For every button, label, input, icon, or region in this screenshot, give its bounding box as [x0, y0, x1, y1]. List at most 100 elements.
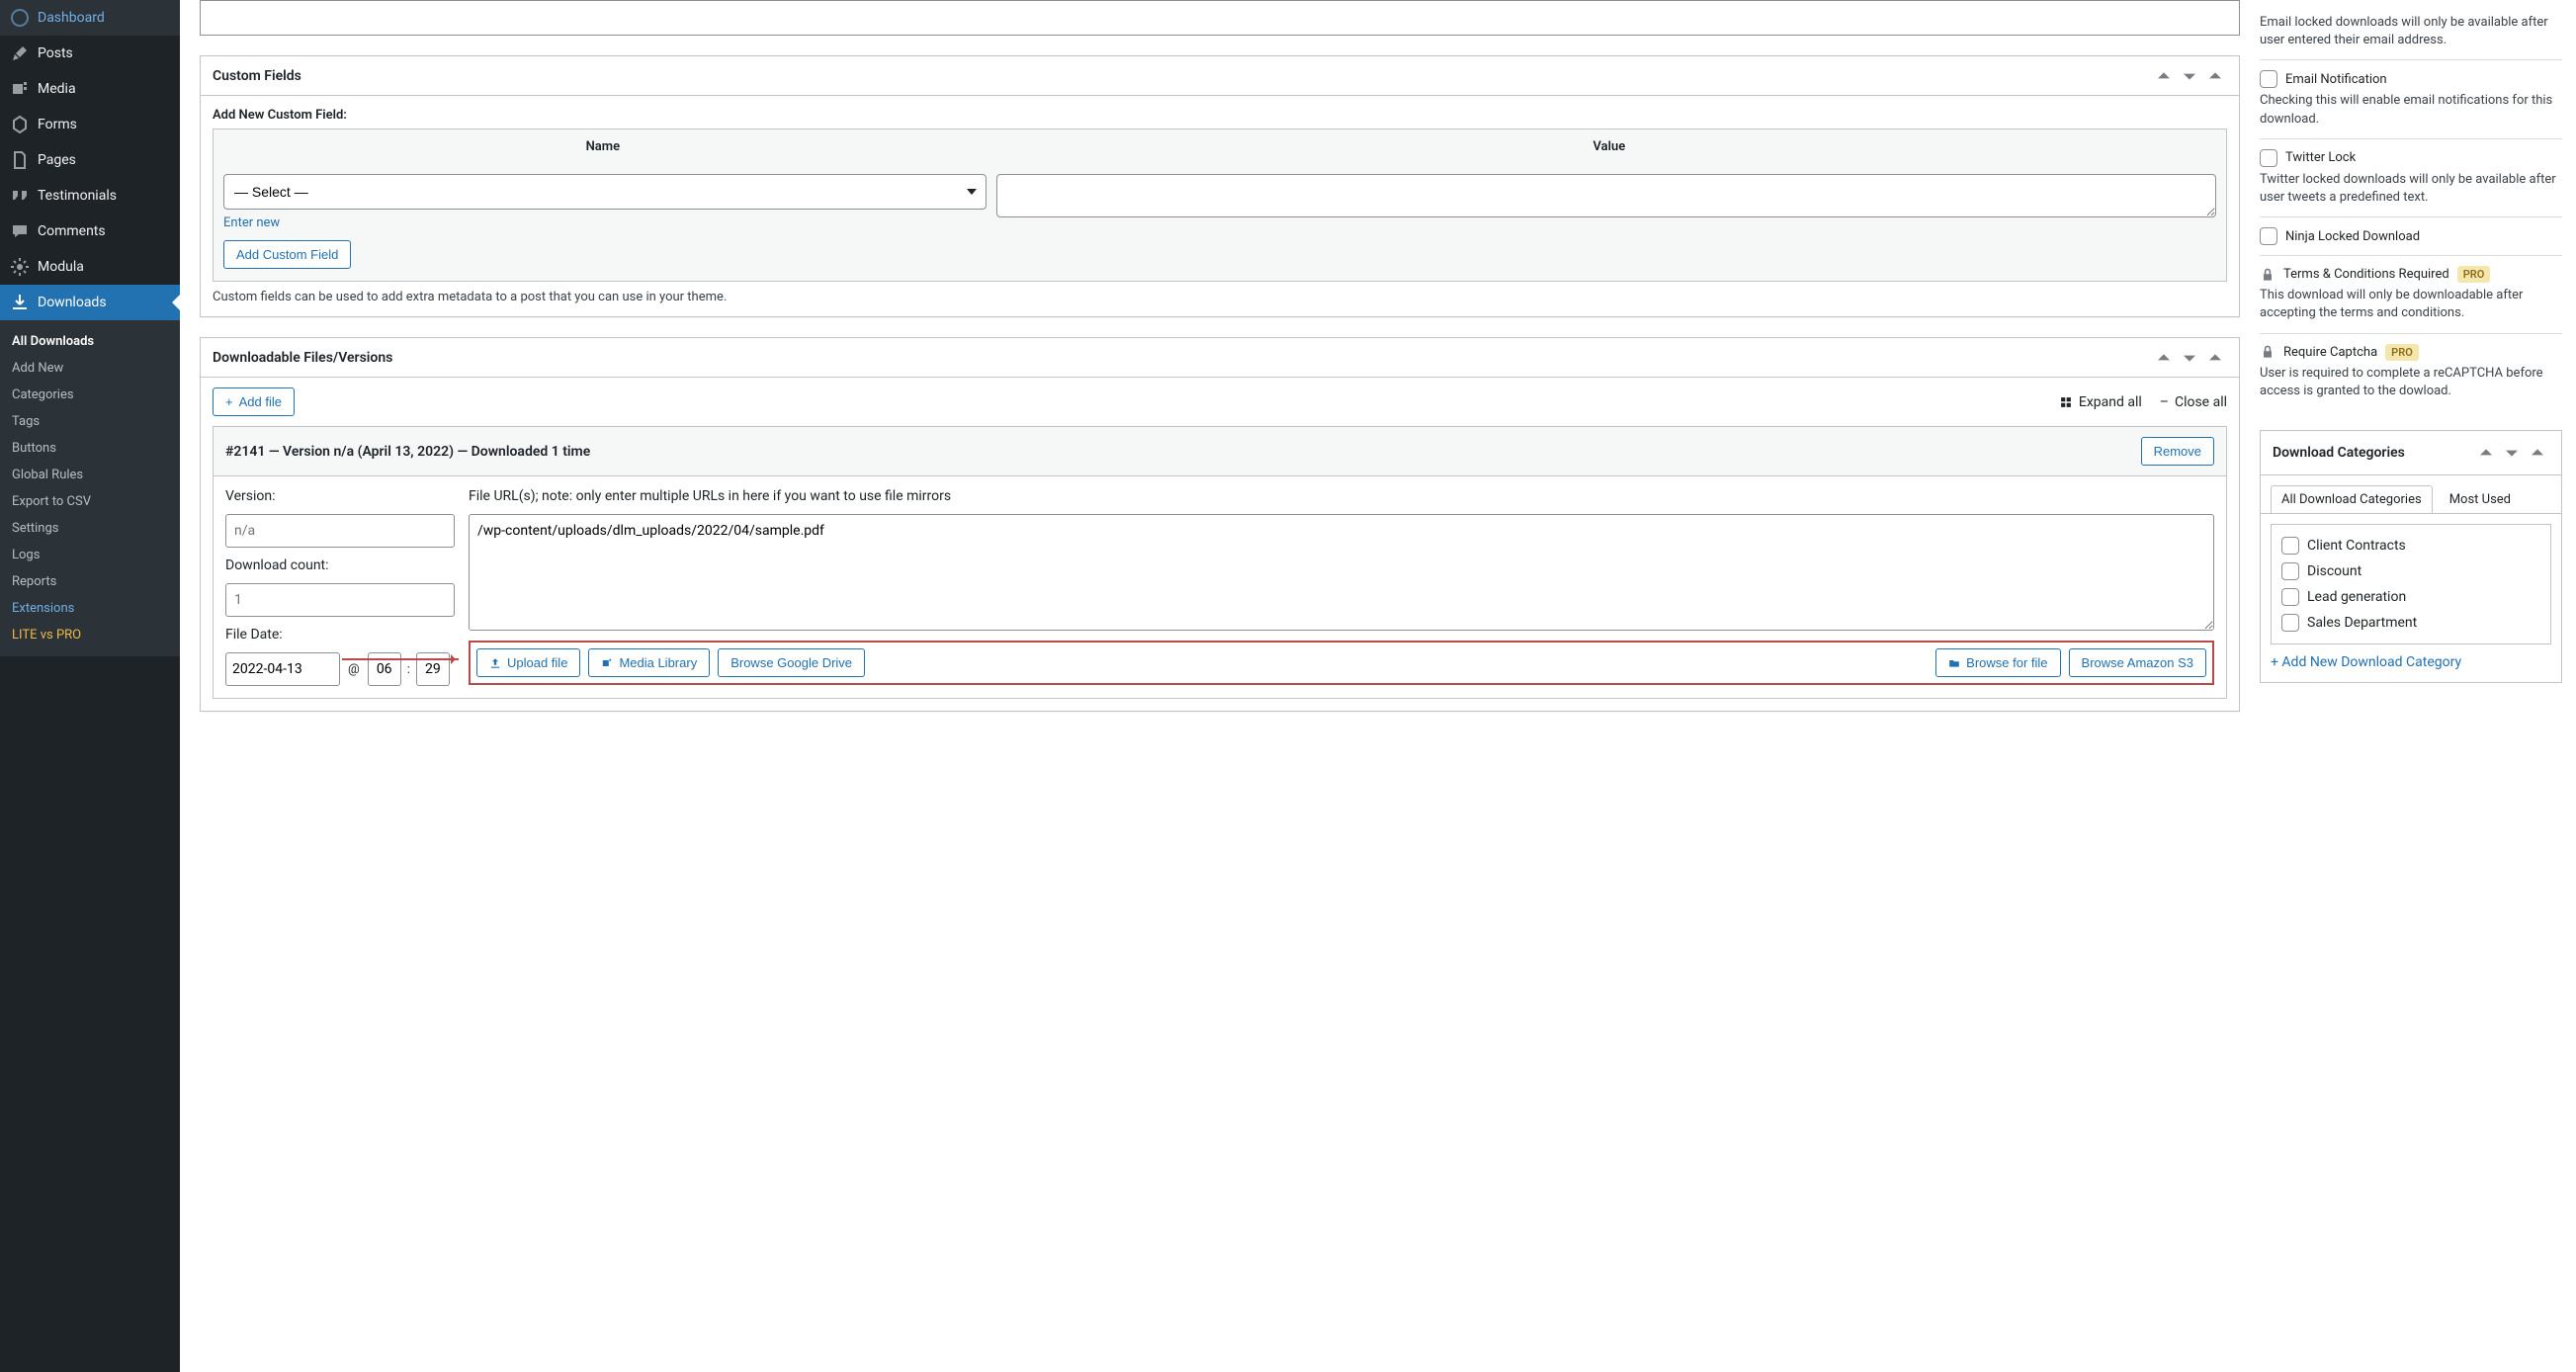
download-categories-panel: Download Categories All Download Categor…	[2260, 430, 2562, 683]
ninja-lock-checkbox[interactable]	[2260, 227, 2277, 245]
custom-field-name-select[interactable]: — Select —	[223, 174, 987, 210]
submenu-add-new[interactable]: Add New	[0, 355, 180, 382]
lock-icon	[2260, 267, 2275, 283]
sidebar-item-media[interactable]: Media	[0, 71, 180, 107]
lock-icon	[2260, 344, 2275, 360]
email-lock-desc: Email locked downloads will only be avai…	[2260, 14, 2562, 49]
submenu-lite-vs-pro[interactable]: LITE vs PRO	[0, 622, 180, 648]
file-source-buttons: Upload file Media Library Browse Google …	[469, 641, 2214, 685]
annotation-arrow	[342, 658, 459, 660]
move-down-icon[interactable]	[2178, 346, 2201, 370]
gear-icon	[10, 257, 30, 277]
move-up-icon[interactable]	[2474, 441, 2498, 465]
sidebar-label: Posts	[38, 45, 73, 61]
enter-new-link[interactable]: Enter new	[223, 215, 987, 230]
pin-icon	[10, 43, 30, 63]
file-version-card: #2141 — Version n/a (April 13, 2022) — D…	[213, 426, 2227, 699]
pro-badge: PRO	[2457, 266, 2491, 283]
email-notification-checkbox[interactable]	[2260, 70, 2277, 88]
sidebar-item-downloads[interactable]: Downloads	[0, 285, 180, 320]
category-checkbox[interactable]	[2281, 614, 2299, 632]
browse-for-file-button[interactable]: Browse for file	[1935, 648, 2060, 677]
download-icon	[10, 293, 30, 312]
close-all-link[interactable]: – Close all	[2160, 394, 2227, 410]
submenu-extensions[interactable]: Extensions	[0, 595, 180, 622]
sidebar-item-posts[interactable]: Posts	[0, 36, 180, 71]
file-date-input[interactable]	[225, 652, 340, 686]
move-up-icon[interactable]	[2152, 346, 2176, 370]
add-file-button[interactable]: + Add file	[213, 387, 295, 416]
download-count-input[interactable]	[225, 583, 455, 617]
downloadable-files-panel: Downloadable Files/Versions + Add file E…	[200, 337, 2240, 712]
expand-all-link[interactable]: Expand all	[2059, 394, 2142, 410]
sidebar-submenu: All Downloads Add New Categories Tags Bu…	[0, 320, 180, 656]
submenu-settings[interactable]: Settings	[0, 515, 180, 542]
category-checkbox[interactable]	[2281, 562, 2299, 580]
media-library-label: Media Library	[619, 655, 697, 670]
version-input[interactable]	[225, 514, 455, 548]
minus-icon: –	[2160, 394, 2169, 410]
category-label: Sales Department	[2307, 615, 2417, 631]
toggle-panel-icon[interactable]	[2203, 346, 2227, 370]
toggle-panel-icon[interactable]	[2526, 441, 2549, 465]
folder-icon	[1948, 657, 1960, 669]
submenu-buttons[interactable]: Buttons	[0, 435, 180, 462]
email-notification-label: Email Notification	[2285, 72, 2387, 87]
custom-field-value-input[interactable]	[996, 174, 2216, 217]
comment-icon	[10, 221, 30, 241]
time-colon: :	[407, 662, 410, 677]
browse-for-file-label: Browse for file	[1966, 655, 2047, 670]
sidebar-item-pages[interactable]: Pages	[0, 142, 180, 178]
move-down-icon[interactable]	[2500, 441, 2524, 465]
upload-file-button[interactable]: Upload file	[476, 648, 580, 677]
browse-gdrive-button[interactable]: Browse Google Drive	[718, 648, 865, 677]
sidebar-label: Comments	[38, 223, 106, 239]
col-value-header: Value	[992, 129, 2226, 164]
category-checkbox[interactable]	[2281, 537, 2299, 555]
add-new-category-link[interactable]: + Add New Download Category	[2261, 654, 2561, 682]
toggle-panel-icon[interactable]	[2203, 64, 2227, 88]
sidebar-label: Media	[38, 81, 76, 97]
sidebar-item-dashboard[interactable]: Dashboard	[0, 0, 180, 36]
twitter-lock-checkbox[interactable]	[2260, 149, 2277, 167]
sidebar-item-comments[interactable]: Comments	[0, 214, 180, 249]
email-notification-desc: Checking this will enable email notifica…	[2260, 92, 2562, 128]
custom-fields-note: Custom fields can be used to add extra m…	[213, 290, 2227, 304]
sidebar-label: Downloads	[38, 295, 107, 310]
submenu-all-downloads[interactable]: All Downloads	[0, 328, 180, 355]
empty-field[interactable]	[200, 0, 2240, 36]
twitter-lock-label: Twitter Lock	[2285, 150, 2356, 165]
expand-all-label: Expand all	[2079, 394, 2142, 410]
submenu-export-csv[interactable]: Export to CSV	[0, 488, 180, 515]
sidebar-label: Pages	[38, 152, 76, 168]
submenu-global-rules[interactable]: Global Rules	[0, 462, 180, 488]
tab-most-used[interactable]: Most Used	[2439, 485, 2522, 513]
category-checkbox[interactable]	[2281, 588, 2299, 606]
submenu-reports[interactable]: Reports	[0, 568, 180, 595]
submenu-categories[interactable]: Categories	[0, 382, 180, 408]
file-card-heading: #2141 — Version n/a (April 13, 2022) — D…	[225, 444, 590, 460]
tab-all-categories[interactable]: All Download Categories	[2271, 485, 2433, 513]
dashboard-icon	[10, 8, 30, 28]
sidebar-item-forms[interactable]: Forms	[0, 107, 180, 142]
move-down-icon[interactable]	[2178, 64, 2201, 88]
submenu-logs[interactable]: Logs	[0, 542, 180, 568]
media-library-button[interactable]: Media Library	[588, 648, 710, 677]
add-custom-field-label: Add New Custom Field:	[213, 108, 2227, 123]
close-all-label: Close all	[2175, 394, 2227, 410]
terms-desc: This download will only be downloadable …	[2260, 287, 2562, 322]
file-date-label: File Date:	[225, 627, 455, 643]
custom-fields-panel: Custom Fields Add New Custom Field: Name…	[200, 55, 2240, 317]
download-count-label: Download count:	[225, 557, 455, 573]
media-icon	[601, 657, 613, 669]
move-up-icon[interactable]	[2152, 64, 2176, 88]
add-file-label: Add file	[239, 394, 282, 409]
remove-file-button[interactable]: Remove	[2141, 437, 2214, 466]
browse-s3-button[interactable]: Browse Amazon S3	[2069, 648, 2206, 677]
add-custom-field-button[interactable]: Add Custom Field	[223, 240, 351, 269]
terms-label: Terms & Conditions Required	[2283, 267, 2449, 282]
sidebar-item-testimonials[interactable]: Testimonials	[0, 178, 180, 214]
file-url-input[interactable]: /wp-content/uploads/dlm_uploads/2022/04/…	[469, 514, 2214, 631]
submenu-tags[interactable]: Tags	[0, 408, 180, 435]
sidebar-item-modula[interactable]: Modula	[0, 249, 180, 285]
